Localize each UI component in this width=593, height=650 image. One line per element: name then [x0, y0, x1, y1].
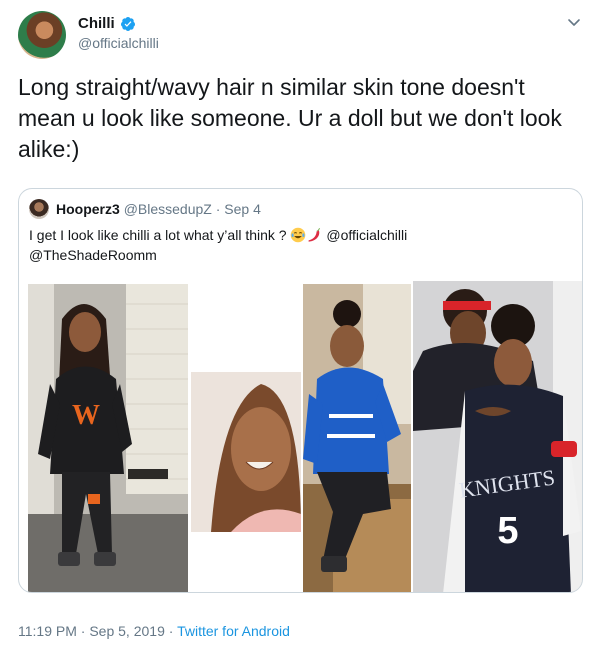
- tweet-time[interactable]: 11:19 PM: [18, 623, 77, 639]
- photo-knights-jersey[interactable]: KNIGHTS 5: [413, 281, 582, 592]
- author-row: Chilli: [78, 15, 136, 32]
- tweet-source-link[interactable]: Twitter for Android: [177, 623, 290, 639]
- quoted-display-name[interactable]: Hooperz3: [56, 201, 120, 217]
- mention-theshaderoomm[interactable]: @TheShadeRoomm: [29, 247, 157, 263]
- hot-pepper-icon: [308, 227, 321, 242]
- hoodie-letter: W: [72, 400, 100, 431]
- photo-smiling-woman[interactable]: [191, 284, 301, 592]
- quoted-handle[interactable]: @BlessedupZ: [124, 201, 212, 217]
- quoted-date[interactable]: Sep 4: [224, 201, 261, 217]
- photo-blue-jacket[interactable]: [303, 284, 411, 592]
- tweet-date[interactable]: Sep 5, 2019: [89, 623, 165, 639]
- tweet: Chilli @officialchilli Long straight/wav…: [0, 0, 593, 650]
- handle[interactable]: @officialchilli: [78, 35, 159, 51]
- tweet-text: Long straight/wavy hair n similar skin t…: [18, 74, 562, 162]
- footer-separator-2: ·: [168, 623, 174, 639]
- avatar[interactable]: [18, 11, 66, 59]
- photo-hoodie[interactable]: W: [28, 284, 188, 592]
- jersey-number: 5: [497, 510, 518, 552]
- quoted-text-body: I get I look like chilli a lot what y’al…: [29, 227, 287, 243]
- display-name[interactable]: Chilli: [78, 15, 115, 32]
- chevron-down-icon[interactable]: [567, 15, 581, 29]
- face-with-tears-of-joy-icon: [291, 227, 306, 243]
- quoted-tweet[interactable]: Hooperz3 @BlessedupZ · Sep 4 I get I loo…: [18, 188, 583, 593]
- footer-separator: ·: [80, 623, 86, 639]
- quoted-header: Hooperz3 @BlessedupZ · Sep 4: [56, 201, 261, 217]
- quoted-text: I get I look like chilli a lot what y’al…: [29, 225, 574, 265]
- verified-badge-icon: [120, 16, 135, 31]
- tweet-footer: 11:19 PM · Sep 5, 2019 · Twitter for And…: [18, 623, 290, 639]
- mention-officialchilli[interactable]: @officialchilli: [326, 227, 407, 243]
- quoted-avatar[interactable]: [29, 199, 49, 219]
